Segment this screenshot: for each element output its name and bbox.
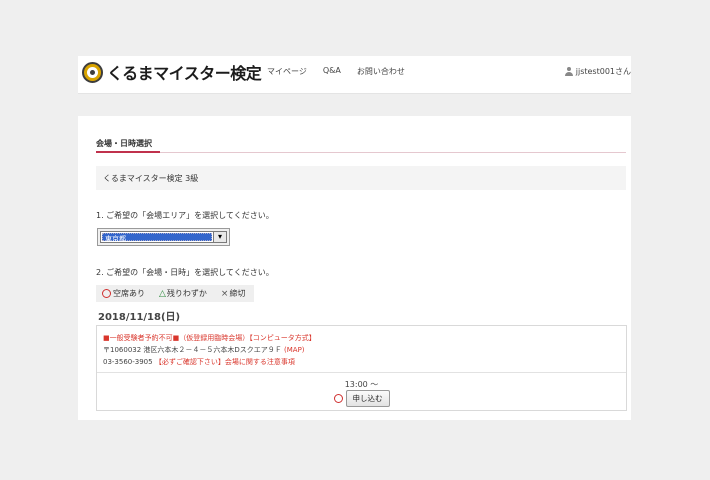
cross-icon: × [220, 288, 229, 299]
nav-mypage-link[interactable]: マイページ [267, 66, 307, 77]
main-nav: マイページ Q&A お問い合わせ [267, 66, 421, 77]
section-divider-accent [96, 151, 160, 153]
legend-few-label: 残りわずか [166, 289, 207, 298]
section-title: 会場・日時選択 [96, 139, 152, 148]
exam-grade: くるまマイスター検定 3級 [96, 166, 626, 190]
venue-selection-card: 会場・日時選択 くるまマイスター検定 3級 1. ご希望の「会場エリア」を選択し… [78, 116, 631, 420]
venue-box: ■一般受験者予約不可■（仮登録用臨時会場）【コンピュータ方式】 〒1060032… [96, 325, 627, 411]
venue-contact-line: 03-3560-3905 【必ずご確認下さい】会場に関する注意事項 [103, 357, 295, 367]
nav-contact-link[interactable]: お問い合わせ [357, 66, 405, 77]
venue-divider [97, 372, 626, 373]
legend-closed: × 締切 [221, 288, 246, 299]
area-select-box[interactable]: 東京都 ▾ [100, 231, 227, 243]
legend-available-label: 空席あり [113, 289, 145, 298]
site-logo[interactable]: くるまマイスター検定 [82, 60, 262, 84]
legend-closed-label: 締切 [229, 289, 246, 298]
venue-notice-link[interactable]: 【必ずご確認下さい】会場に関する注意事項 [155, 358, 295, 366]
session-time: 13:00 ～ [344, 380, 379, 389]
map-link[interactable]: (MAP) [284, 346, 305, 354]
apply-row: 申し込む [97, 390, 626, 407]
legend-available: 空席あり [102, 288, 145, 299]
section-divider [96, 152, 626, 153]
steering-wheel-logo-icon [82, 61, 103, 83]
venue-address-line: 〒1060032 港区六本木２－４－５六本木Dスクエア９Ｆ (MAP) [103, 345, 305, 355]
nav-qa-link[interactable]: Q&A [323, 66, 341, 77]
area-select[interactable]: 東京都 ▾ [97, 228, 230, 246]
step1-label: 1. ご希望の「会場エリア」を選択してください。 [96, 211, 274, 220]
logo-text: くるまマイスター検定 [107, 64, 262, 83]
venue-phone: 03-3560-3905 [103, 358, 153, 366]
step2-label: 2. ご希望の「会場・日時」を選択してください。 [96, 268, 274, 277]
venue-name: ■一般受験者予約不可■（仮登録用臨時会場）【コンピュータ方式】 [103, 334, 316, 342]
user-menu[interactable]: jjstest001さん [564, 66, 631, 77]
circle-icon [102, 289, 111, 298]
venue-address: 〒1060032 港区六本木２－４－５六本木Dスクエア９Ｆ [103, 346, 282, 354]
area-select-value: 東京都 [102, 233, 212, 243]
exam-date: 2018/11/18(日) [98, 312, 181, 323]
user-name: jjstest001さん [575, 67, 631, 76]
chevron-down-icon[interactable]: ▾ [213, 232, 226, 242]
legend-few: △ 残りわずか [159, 288, 207, 299]
triangle-icon: △ [159, 288, 166, 299]
user-icon [564, 67, 573, 76]
availability-legend: 空席あり △ 残りわずか × 締切 [96, 285, 254, 302]
apply-button[interactable]: 申し込む [345, 390, 390, 407]
available-circle-icon [333, 394, 343, 403]
site-header: くるまマイスター検定 マイページ Q&A お問い合わせ jjstest001さん [78, 56, 631, 94]
